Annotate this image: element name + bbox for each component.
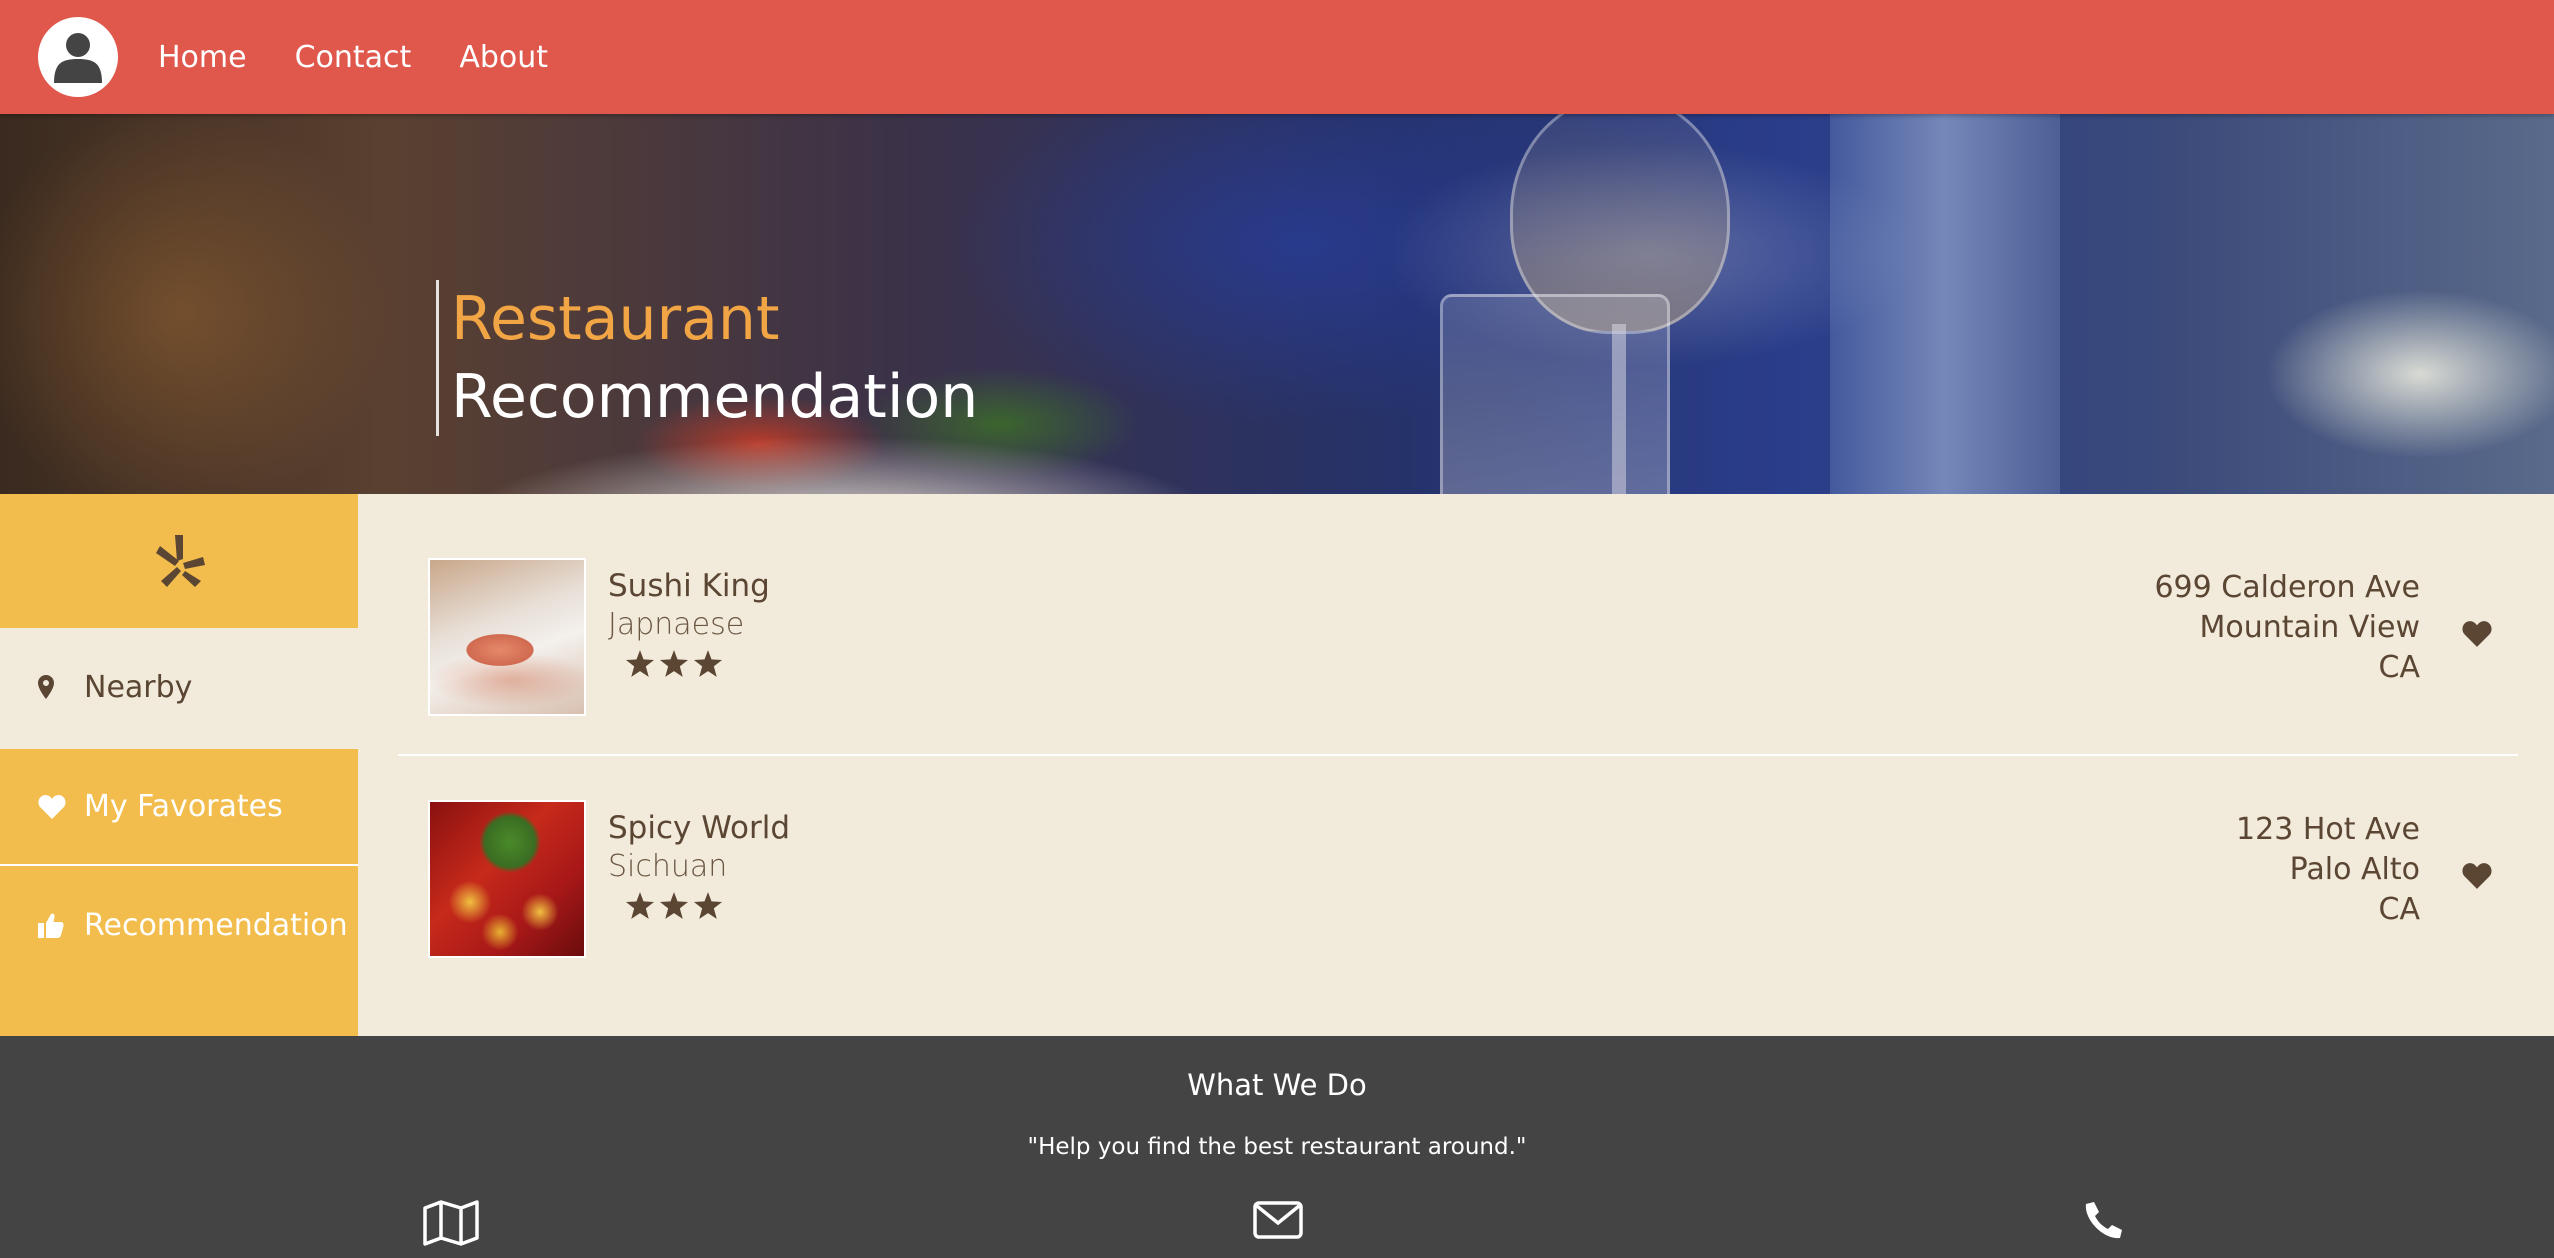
sidebar-item-favorites[interactable]: My Favorates: [0, 746, 358, 866]
sidebar-item-label: Recommendation: [84, 908, 348, 943]
favorite-heart-icon[interactable]: [2462, 862, 2492, 894]
hero-title-line2: Recommendation: [451, 362, 979, 432]
sidebar-item-recommendation[interactable]: Recommendation: [0, 866, 358, 1036]
address-line: Palo Alto: [2289, 852, 2420, 887]
heart-icon: [38, 794, 72, 820]
star-icon: [626, 892, 654, 923]
sidebar-item-label: My Favorates: [84, 789, 283, 824]
yelp-icon: [156, 535, 205, 587]
envelope-icon: [1253, 1200, 1303, 1244]
restaurant-thumbnail[interactable]: [428, 800, 586, 958]
address-line: 699 Calderon Ave: [2154, 570, 2420, 605]
sidebar-item-label: Nearby: [84, 669, 193, 705]
nav-about-link[interactable]: About: [459, 40, 548, 75]
map-pin-icon: [38, 675, 72, 699]
restaurant-thumbnail[interactable]: [428, 558, 586, 716]
restaurant-card[interactable]: Sushi King Japnaese 699 Calderon Ave Mou…: [398, 516, 2518, 756]
restaurant-name[interactable]: Spicy World: [608, 810, 790, 846]
hero-tumbler-shape: [1440, 294, 1670, 494]
address-line: CA: [2378, 892, 2420, 927]
user-avatar[interactable]: [38, 17, 118, 97]
nav-contact-link[interactable]: Contact: [295, 40, 412, 75]
address-line: 123 Hot Ave: [2236, 812, 2420, 847]
thumbs-up-icon: [38, 908, 72, 938]
restaurant-address: 699 Calderon Ave Mountain View CA: [2154, 568, 2420, 688]
star-icon: [694, 892, 722, 923]
map-icon: [423, 1200, 479, 1250]
phone-icon: [2084, 1200, 2124, 1244]
hero-banner: Restaurant Recommendation: [0, 114, 2554, 494]
sidebar-item-nearby[interactable]: Nearby: [0, 628, 358, 746]
restaurant-address: 123 Hot Ave Palo Alto CA: [2236, 810, 2420, 930]
restaurant-list: Sushi King Japnaese 699 Calderon Ave Mou…: [358, 494, 2554, 1036]
nav-home-link[interactable]: Home: [158, 40, 247, 75]
hero-title: Restaurant Recommendation: [436, 280, 978, 436]
footer-tagline: "Help you find the best restaurant aroun…: [1027, 1134, 1527, 1160]
user-icon: [54, 33, 102, 83]
footer: What We Do "Help you find the best resta…: [0, 1036, 2554, 1258]
restaurant-category: Sichuan: [608, 849, 728, 884]
hero-title-line1: Restaurant: [451, 284, 780, 354]
restaurant-name[interactable]: Sushi King: [608, 568, 770, 604]
address-line: Mountain View: [2199, 610, 2421, 645]
star-icon: [626, 650, 654, 681]
footer-title: What We Do: [1187, 1068, 1367, 1102]
restaurant-rating: [626, 892, 728, 923]
hero-bottle-shape: [1830, 114, 2060, 494]
sidebar-logo[interactable]: [0, 494, 358, 628]
address-line: CA: [2378, 650, 2420, 685]
sidebar: Nearby My Favorates Recommendation: [0, 494, 358, 1036]
star-icon: [660, 892, 688, 923]
favorite-heart-icon[interactable]: [2462, 620, 2492, 652]
main-nav: Home Contact About: [158, 40, 596, 75]
restaurant-rating: [626, 650, 728, 681]
restaurant-category: Japnaese: [608, 607, 745, 642]
top-navbar: Home Contact About: [0, 0, 2554, 114]
restaurant-card[interactable]: Spicy World Sichuan 123 Hot Ave Palo Alt…: [398, 758, 2518, 998]
star-icon: [694, 650, 722, 681]
star-icon: [660, 650, 688, 681]
